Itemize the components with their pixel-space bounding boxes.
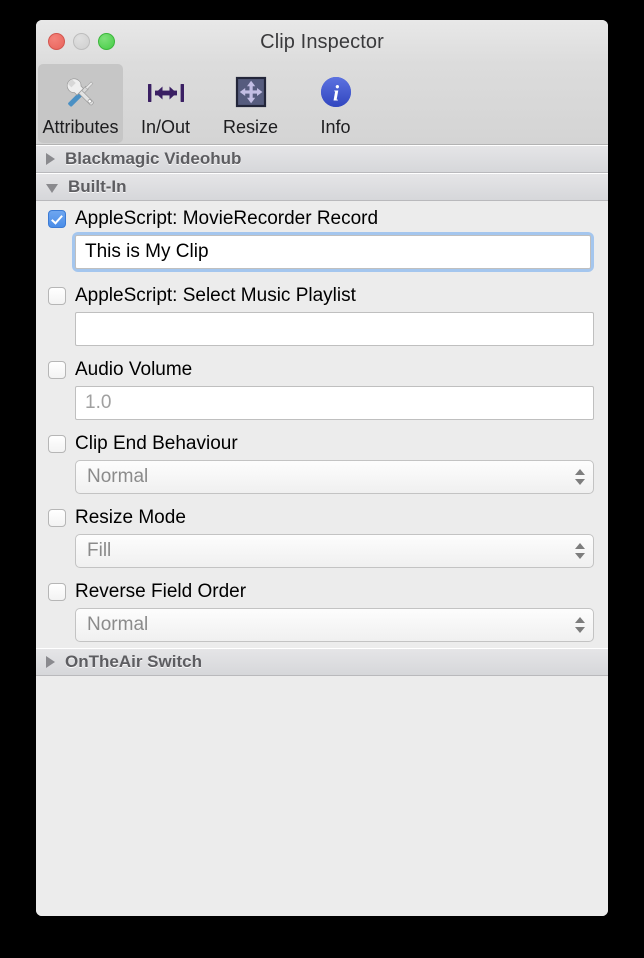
attribute-checkbox-applescript-select-music-playlist[interactable]: [48, 287, 66, 305]
chevron-up-down-icon[interactable]: [575, 617, 585, 633]
group-header-label: OnTheAir Switch: [65, 652, 202, 671]
attribute-text-input-applescript-select-music-playlist[interactable]: [75, 312, 594, 346]
toolbar-tab-info[interactable]: i Info: [293, 64, 378, 143]
attribute-row: Resize Mode Fill: [36, 500, 608, 574]
chevron-up-down-icon[interactable]: [575, 543, 585, 559]
attribute-label: Reverse Field Order: [75, 581, 247, 602]
attribute-select-resize-mode[interactable]: Fill: [75, 534, 594, 568]
attribute-checkbox-resize-mode[interactable]: [48, 509, 66, 527]
toolbar-tab-attributes[interactable]: Attributes: [38, 64, 123, 143]
attribute-select-clip-end-behaviour[interactable]: Normal: [75, 460, 594, 494]
toolbar-tab-attributes-label: Attributes: [42, 117, 119, 137]
attribute-row: Reverse Field Order Normal: [36, 574, 608, 648]
attribute-field-wrap: [75, 312, 594, 346]
attribute-select-reverse-field-order[interactable]: Normal: [75, 608, 594, 642]
attributes-list: Blackmagic Videohub Built-In AppleScript…: [36, 145, 608, 916]
attribute-field-wrap: Fill: [75, 534, 594, 568]
attribute-row-header: AppleScript: MovieRecorder Record: [48, 207, 594, 231]
attribute-label: Clip End Behaviour: [75, 433, 238, 454]
toolbar-tab-resize[interactable]: Resize: [208, 64, 293, 143]
inspector-toolbar: Attributes In/Out Resize i Info: [36, 64, 608, 145]
attribute-row-header: AppleScript: Select Music Playlist: [48, 284, 594, 308]
attribute-row: AppleScript: Select Music Playlist: [36, 278, 608, 352]
group-header-ontheair-switch[interactable]: OnTheAir Switch: [36, 648, 608, 676]
attribute-row-header: Clip End Behaviour: [48, 432, 594, 456]
attribute-label: Audio Volume: [75, 359, 193, 380]
attribute-select-value: Normal: [87, 466, 149, 487]
toolbar-tab-in-out-label: In/Out: [140, 117, 191, 137]
attribute-row-header: Reverse Field Order: [48, 580, 594, 604]
attribute-field-focus-ring: This is My Clip: [72, 232, 594, 272]
attribute-text-input-audio-volume[interactable]: 1.0: [75, 386, 594, 420]
four-way-arrow-icon: [229, 71, 273, 115]
disclosure-triangle-closed-icon[interactable]: [46, 656, 55, 668]
window-titlebar: Clip Inspector: [36, 20, 608, 64]
group-header-blackmagic-videohub[interactable]: Blackmagic Videohub: [36, 145, 608, 173]
toolbar-tab-info-label: Info: [320, 117, 351, 137]
svg-text:i: i: [332, 81, 339, 106]
attribute-field-wrap: Normal: [75, 460, 594, 494]
attribute-row: AppleScript: MovieRecorder Record This i…: [36, 201, 608, 278]
attribute-text-input-applescript-movierecorder-record[interactable]: This is My Clip: [75, 235, 591, 269]
attribute-checkbox-applescript-movierecorder-record[interactable]: [48, 210, 66, 228]
disclosure-triangle-open-icon[interactable]: [46, 184, 58, 193]
disclosure-triangle-closed-icon[interactable]: [46, 153, 55, 165]
horizontal-arrow-icon: [144, 71, 188, 115]
attribute-label: AppleScript: MovieRecorder Record: [75, 208, 379, 229]
attribute-select-value: Fill: [87, 540, 112, 561]
chevron-up-down-icon[interactable]: [575, 469, 585, 485]
toolbar-tab-in-out[interactable]: In/Out: [123, 64, 208, 143]
clip-inspector-window: Clip Inspector Attributes In/Out Resize …: [36, 20, 608, 916]
attribute-checkbox-audio-volume[interactable]: [48, 361, 66, 379]
attribute-field-wrap: 1.0: [75, 386, 594, 420]
window-title: Clip Inspector: [260, 31, 384, 53]
toolbar-tab-resize-label: Resize: [222, 117, 279, 137]
attribute-row: Audio Volume 1.0: [36, 352, 608, 426]
attribute-label: AppleScript: Select Music Playlist: [75, 285, 356, 306]
attribute-row-header: Audio Volume: [48, 358, 594, 382]
info-circle-icon: i: [314, 71, 358, 115]
attribute-checkbox-clip-end-behaviour[interactable]: [48, 435, 66, 453]
group-header-label: Blackmagic Videohub: [65, 149, 242, 168]
attribute-select-value: Normal: [87, 614, 149, 635]
attribute-row-header: Resize Mode: [48, 506, 594, 530]
attribute-checkbox-reverse-field-order[interactable]: [48, 583, 66, 601]
tools-wrench-screwdriver-icon: [59, 71, 103, 115]
group-header-built-in[interactable]: Built-In: [36, 173, 608, 201]
attribute-label: Resize Mode: [75, 507, 186, 528]
attribute-row: Clip End Behaviour Normal: [36, 426, 608, 500]
group-header-label: Built-In: [68, 177, 127, 196]
attribute-field-wrap: Normal: [75, 608, 594, 642]
